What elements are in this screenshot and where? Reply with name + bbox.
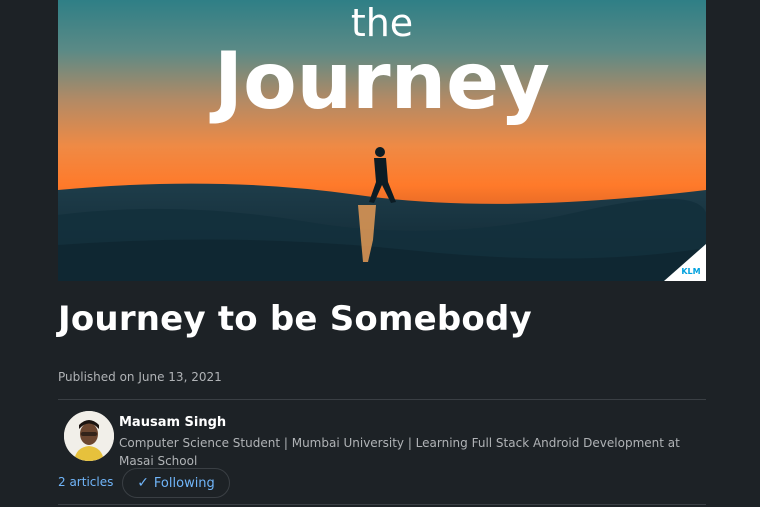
article-cover-image: the Journey KLM [58,0,706,281]
following-button-label: Following [153,475,215,491]
author-headline: Computer Science Student | Mumbai Univer… [119,436,680,468]
author-avatar[interactable] [64,411,114,461]
divider [58,399,706,400]
published-date: Published on June 13, 2021 [58,370,222,384]
check-icon: ✓ [137,475,149,491]
cover-overlay-large-text: Journey [209,37,550,127]
article-title: Journey to be Somebody [58,299,532,339]
author-name[interactable]: Mausam Singh [119,415,226,430]
divider [58,504,706,505]
following-button[interactable]: ✓ Following [122,468,230,498]
author-articles-link[interactable]: 2 articles [58,475,113,489]
klm-logo: KLM [681,267,700,276]
